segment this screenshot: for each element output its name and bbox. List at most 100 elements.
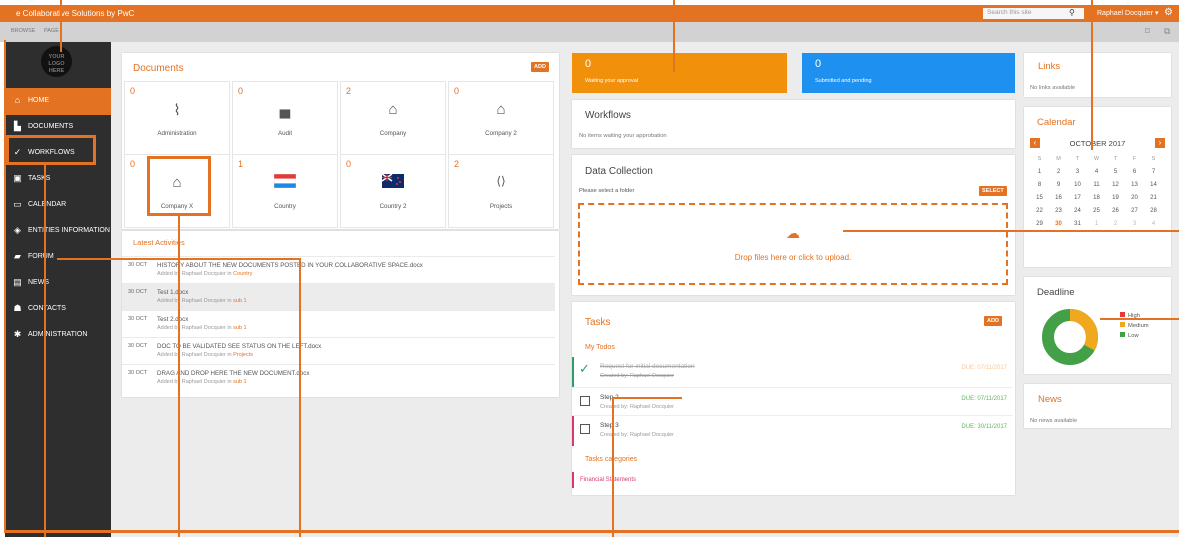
- calendar-day[interactable]: 28: [1144, 204, 1163, 217]
- folder-tile-projects[interactable]: 2 ⟨⟩ Projects: [448, 154, 554, 228]
- house-icon: ⌂: [496, 101, 506, 118]
- folder-tile-company[interactable]: 2 ⌂ Company: [340, 81, 446, 155]
- folder-tile-audit[interactable]: 0 ▄ Audit: [232, 81, 338, 155]
- waiting-approval-tile[interactable]: 0 Waiting your approval: [572, 53, 787, 93]
- calendar-day[interactable]: 3: [1125, 217, 1144, 230]
- calendar-day[interactable]: 2: [1049, 165, 1068, 178]
- calendar-day[interactable]: 23: [1049, 204, 1068, 217]
- calendar-day[interactable]: 2: [1106, 217, 1125, 230]
- sidebar-item-calendar[interactable]: ▭ CALENDAR: [5, 192, 111, 219]
- add-task-button[interactable]: ADD: [984, 316, 1002, 326]
- calendar-day[interactable]: 3: [1068, 165, 1087, 178]
- calendar-day[interactable]: 17: [1068, 191, 1087, 204]
- data-collection-card: Data Collection Please select a folder S…: [572, 155, 1015, 295]
- calendar-day[interactable]: 4: [1087, 165, 1106, 178]
- calendar-day[interactable]: 26: [1106, 204, 1125, 217]
- activity-item[interactable]: 30 OCT Test 1.docx Added by Raphael Docq…: [122, 283, 555, 310]
- activity-title[interactable]: HISTORY ABOUT THE NEW DOCUMENTS POSTED I…: [157, 262, 423, 269]
- focus-icon[interactable]: ⌑: [1145, 26, 1150, 37]
- calendar-day[interactable]: 8: [1030, 178, 1049, 191]
- calendar-day[interactable]: 12: [1106, 178, 1125, 191]
- annotation-line-deadline: [1100, 318, 1179, 320]
- calendar-day-today[interactable]: 30: [1049, 217, 1068, 230]
- tile-count: 0: [130, 86, 136, 96]
- task-name[interactable]: Request for initial documentation: [600, 363, 695, 370]
- calendar-day[interactable]: 4: [1144, 217, 1163, 230]
- sidebar-item-news[interactable]: ▤ NEWS: [5, 270, 111, 297]
- activity-location-link[interactable]: Country: [233, 271, 252, 277]
- task-item-done[interactable]: ✓ Request for initial documentation Crea…: [572, 357, 1013, 387]
- calendar-day[interactable]: 10: [1068, 178, 1087, 191]
- highlight-box-company-x: [147, 156, 211, 216]
- next-month-button[interactable]: ›: [1155, 138, 1165, 148]
- tile-count: 0: [130, 159, 136, 169]
- sidebar-item-administration[interactable]: ✱ ADMINISTRATION: [5, 322, 111, 349]
- calendar-day[interactable]: 19: [1106, 191, 1125, 204]
- calendar-day[interactable]: 16: [1049, 191, 1068, 204]
- search-icon[interactable]: ⚲: [1069, 8, 1075, 17]
- calendar-day[interactable]: 21: [1144, 191, 1163, 204]
- calendar-card: Calendar ‹ OCTOBER 2017 › SMTWTFS 123456…: [1024, 107, 1171, 267]
- calendar-day[interactable]: 11: [1087, 178, 1106, 191]
- calendar-day[interactable]: 7: [1144, 165, 1163, 178]
- calendar-day[interactable]: 1: [1087, 217, 1106, 230]
- calendar-day[interactable]: 1: [1030, 165, 1049, 178]
- calendar-day[interactable]: 6: [1125, 165, 1144, 178]
- folder-tile-country[interactable]: 1 Country: [232, 154, 338, 228]
- task-item[interactable]: Step 2 Created by: Raphael Docquier DUE:…: [572, 387, 1013, 417]
- folder-tile-company-2[interactable]: 0 ⌂ Company 2: [448, 81, 554, 155]
- tile-label: Company 2: [485, 130, 517, 137]
- task-category-link[interactable]: Financial Statements: [580, 477, 636, 483]
- category-bar: [572, 472, 574, 488]
- sidebar-item-tasks[interactable]: ▣ TASKS: [5, 166, 111, 193]
- folder-tile-country-2[interactable]: 0 Country 2: [340, 154, 446, 228]
- activity-item[interactable]: 30 OCT Test 2.docx Added by Raphael Docq…: [122, 310, 555, 337]
- task-due-date: DUE: 07/11/2017: [961, 365, 1007, 371]
- calendar-day[interactable]: 22: [1030, 204, 1049, 217]
- news-title: News: [1038, 394, 1062, 405]
- activity-item[interactable]: 30 OCT DRAG AND DROP HERE THE NEW DOCUME…: [122, 364, 555, 391]
- calendar-day[interactable]: 29: [1030, 217, 1049, 230]
- activity-item[interactable]: 30 OCT HISTORY ABOUT THE NEW DOCUMENTS P…: [122, 256, 555, 283]
- task-item[interactable]: Step 3 Created by: Raphael Docquier DUE:…: [572, 415, 1013, 446]
- submitted-pending-tile[interactable]: 0 Submitted and pending: [802, 53, 1015, 93]
- task-status-bar: [572, 416, 574, 446]
- tab-browse[interactable]: BROWSE: [11, 28, 35, 34]
- sidebar-item-entities[interactable]: ◈ ENTITIES INFORMATION: [5, 218, 111, 245]
- task-checkbox[interactable]: [580, 396, 590, 406]
- sidebar-item-contacts[interactable]: ☗ CONTACTS: [5, 296, 111, 323]
- activity-title[interactable]: Test 2.docx: [157, 316, 188, 323]
- sidebar-item-home[interactable]: ⌂ HOME: [5, 88, 111, 115]
- user-menu[interactable]: Raphael Docquier ▾: [1097, 9, 1159, 17]
- gear-icon[interactable]: ⚙: [1164, 7, 1173, 18]
- task-checkbox[interactable]: [580, 424, 590, 434]
- calendar-day[interactable]: 14: [1144, 178, 1163, 191]
- activity-location-link[interactable]: sub 1: [233, 325, 246, 331]
- calendar-day[interactable]: 5: [1106, 165, 1125, 178]
- activity-title[interactable]: DOC TO BE VALIDATED SEE STATUS ON THE LE…: [157, 343, 321, 350]
- people-icon: ☗: [13, 303, 22, 313]
- calendar-day[interactable]: 25: [1087, 204, 1106, 217]
- activity-location-link[interactable]: sub 1: [233, 379, 246, 385]
- calendar-day[interactable]: 27: [1125, 204, 1144, 217]
- upload-dropzone[interactable]: ☁ Drop files here or click to upload.: [578, 203, 1008, 285]
- tab-page[interactable]: PAGE: [44, 28, 59, 34]
- add-document-button[interactable]: ADD: [531, 62, 549, 72]
- calendar-day[interactable]: 18: [1087, 191, 1106, 204]
- calendar-day[interactable]: 20: [1125, 191, 1144, 204]
- activity-location-link[interactable]: Projects: [233, 352, 253, 358]
- calendar-day[interactable]: 9: [1049, 178, 1068, 191]
- calendar-day[interactable]: 13: [1125, 178, 1144, 191]
- calendar-day[interactable]: 31: [1068, 217, 1087, 230]
- task-name[interactable]: Step 3: [600, 422, 619, 429]
- share-icon[interactable]: ⧉: [1164, 26, 1170, 37]
- activity-title[interactable]: Test 1.docx: [157, 289, 188, 296]
- folder-tile-administration[interactable]: 0 ⌇ Administration: [124, 81, 230, 155]
- activity-item[interactable]: 30 OCT DOC TO BE VALIDATED SEE STATUS ON…: [122, 337, 555, 364]
- select-folder-button[interactable]: SELECT: [979, 186, 1007, 196]
- calendar-day[interactable]: 24: [1068, 204, 1087, 217]
- checkmark-icon[interactable]: ✓: [579, 361, 590, 377]
- calendar-day[interactable]: 15: [1030, 191, 1049, 204]
- activity-location-link[interactable]: sub 1: [233, 298, 246, 304]
- site-title[interactable]: e Collaborative Solutions by PwC: [16, 9, 134, 18]
